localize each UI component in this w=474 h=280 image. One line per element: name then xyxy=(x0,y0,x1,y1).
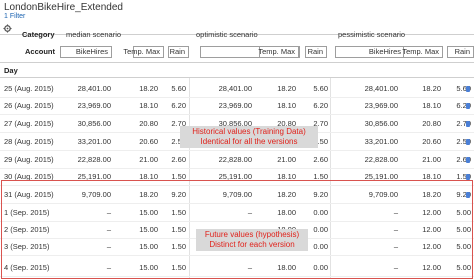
value-cell[interactable]: 6.20 xyxy=(171,101,186,111)
value-cell[interactable]: 20.80 xyxy=(139,119,158,129)
value-cell[interactable]: 18.10 xyxy=(277,101,296,111)
filter-link[interactable]: 1 Filter xyxy=(4,13,25,20)
value-cell[interactable]: 18.10 xyxy=(139,101,158,111)
value-cell[interactable]: 5.60 xyxy=(313,84,328,94)
row-indicator-icon xyxy=(466,121,470,127)
measure-label: Temp. Max xyxy=(123,47,160,56)
row-separator xyxy=(0,97,474,98)
value-cell[interactable]: 5.60 xyxy=(171,84,186,94)
value-cell[interactable]: 21.00 xyxy=(422,155,441,165)
day-cell: 27 (Aug. 2015) xyxy=(4,119,54,128)
value-cell[interactable]: 33,201.00 xyxy=(78,137,111,147)
row-separator xyxy=(0,150,474,151)
measure-label: BikeHires xyxy=(368,47,401,56)
measure-column-header[interactable]: Rain xyxy=(305,46,327,58)
row-indicator-icon xyxy=(466,139,470,145)
measure-label: Rain xyxy=(169,47,185,56)
measure-column-header[interactable]: Temp. Max xyxy=(123,46,164,58)
value-cell[interactable]: 20.60 xyxy=(422,137,441,147)
value-cell[interactable]: 2.60 xyxy=(313,155,328,165)
measure-label: BikeHires xyxy=(75,47,108,56)
value-cell[interactable]: 21.00 xyxy=(277,155,296,165)
value-cell[interactable]: 6.20 xyxy=(313,101,328,111)
value-cell[interactable]: 33,201.00 xyxy=(365,137,398,147)
value-cell[interactable]: 22,828.00 xyxy=(78,155,111,165)
measure-column-header[interactable]: Temp. Max xyxy=(258,46,299,58)
value-cell[interactable]: 22,828.00 xyxy=(219,155,252,165)
measure-label: Rain xyxy=(307,47,323,56)
value-cell[interactable]: 28,401.00 xyxy=(78,84,111,94)
measure-column-header[interactable]: BikeHires xyxy=(60,46,112,58)
measure-column-header[interactable]: Temp. Max xyxy=(402,46,443,58)
row-indicator-icon xyxy=(466,86,470,92)
value-cell[interactable]: 18.10 xyxy=(422,101,441,111)
day-label: Day xyxy=(4,66,18,75)
gear-icon[interactable] xyxy=(3,24,12,33)
value-cell[interactable]: 23,969.00 xyxy=(219,101,252,111)
report-title: LondonBikeHire_Extended xyxy=(4,2,123,13)
value-cell[interactable]: 28,401.00 xyxy=(219,84,252,94)
scenario-optimistic: optimistic scenario xyxy=(196,30,258,39)
value-cell[interactable]: 23,969.00 xyxy=(78,101,111,111)
future-note-line1: Future values (hypothesis) xyxy=(204,230,300,239)
day-cell: 29 (Aug. 2015) xyxy=(4,155,54,164)
value-cell[interactable]: 2.60 xyxy=(171,155,186,165)
measure-label: Temp. Max xyxy=(402,47,439,56)
account-separator xyxy=(0,62,474,63)
value-cell[interactable]: 22,828.00 xyxy=(365,155,398,165)
row-separator xyxy=(0,168,474,169)
scenario-pessimistic: pessimistic scenario xyxy=(338,30,406,39)
row-separator xyxy=(0,114,474,115)
value-cell[interactable]: 20.80 xyxy=(422,119,441,129)
category-label: Category xyxy=(22,30,55,39)
measure-column-header[interactable]: Rain xyxy=(168,46,189,58)
measure-label: Rain xyxy=(454,47,470,56)
value-cell[interactable]: 30,856.00 xyxy=(78,119,111,129)
measure-label: Temp. Max xyxy=(258,47,295,56)
measure-column-header[interactable]: Rain xyxy=(447,46,474,58)
value-cell[interactable]: 20.60 xyxy=(139,137,158,147)
day-cell: 25 (Aug. 2015) xyxy=(4,84,54,93)
account-label: Account xyxy=(25,47,55,56)
value-cell[interactable]: 18.20 xyxy=(422,84,441,94)
day-cell: 26 (Aug. 2015) xyxy=(4,101,54,110)
scenario-median: median scenario xyxy=(66,30,122,39)
value-cell[interactable]: 28,401.00 xyxy=(365,84,398,94)
row-indicator-icon xyxy=(466,103,470,109)
value-cell[interactable]: 23,969.00 xyxy=(365,101,398,111)
value-cell[interactable]: 18.20 xyxy=(139,84,158,94)
value-cell[interactable]: 30,856.00 xyxy=(365,119,398,129)
measure-column-header[interactable]: BikeHires xyxy=(335,46,405,58)
day-separator xyxy=(0,77,474,78)
row-indicator-icon xyxy=(466,157,470,163)
historical-note-line2: Identical for all the versions xyxy=(200,137,298,146)
day-cell: 28 (Aug. 2015) xyxy=(4,137,54,146)
future-note-line2: Distinct for each version xyxy=(209,240,295,249)
value-cell[interactable]: 21.00 xyxy=(139,155,158,165)
historical-note-line1: Historical values (Training Data) xyxy=(192,127,306,136)
value-cell[interactable]: 18.20 xyxy=(277,84,296,94)
